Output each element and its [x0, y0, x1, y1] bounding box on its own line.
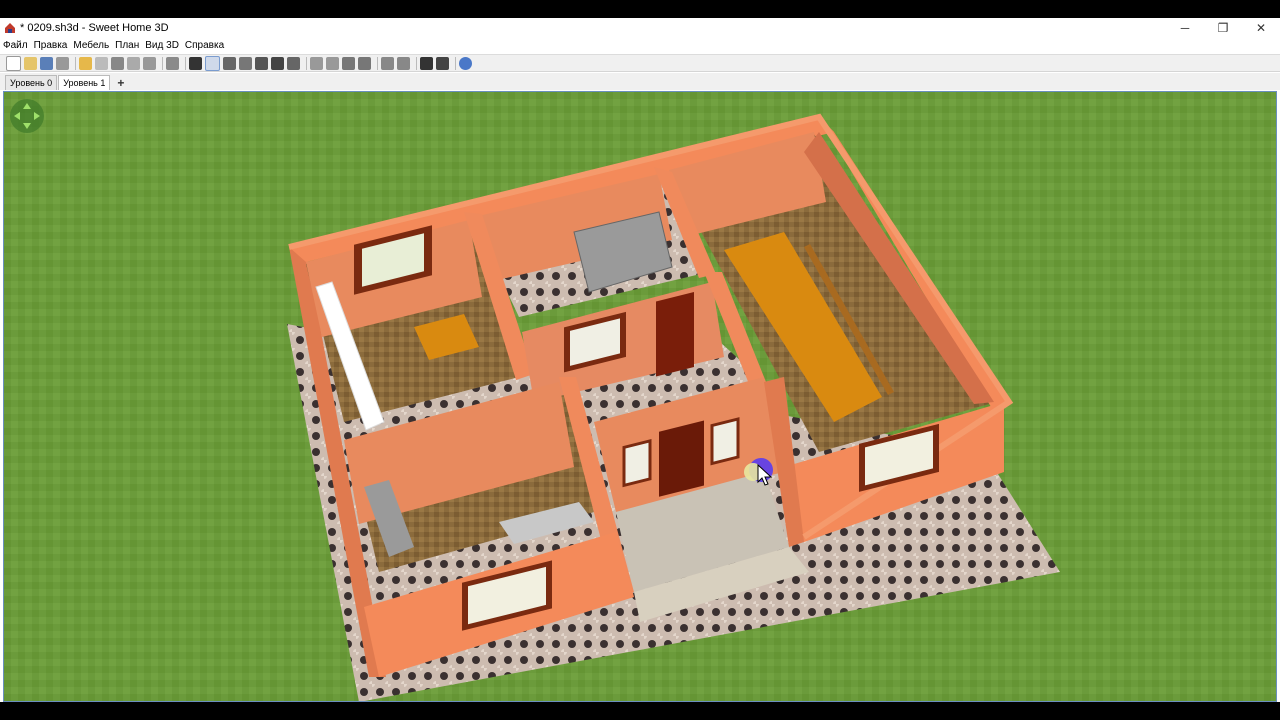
video-icon[interactable]: [436, 56, 449, 70]
navigation-arrows-icon[interactable]: [9, 98, 45, 134]
photo-icon[interactable]: [420, 56, 433, 70]
maximize-button[interactable]: ❐: [1204, 18, 1242, 38]
toolbar-separator: [306, 56, 307, 70]
create-polylines-icon[interactable]: [255, 56, 268, 70]
close-button[interactable]: ✕: [1242, 18, 1280, 38]
toolbar-separator: [455, 56, 456, 70]
sweet-home-app-icon: [5, 23, 15, 33]
title-bar: * 0209.sh3d - Sweet Home 3D ─ ❐ ✕: [0, 18, 1280, 38]
create-rooms-icon[interactable]: [239, 56, 252, 70]
app-window: * 0209.sh3d - Sweet Home 3D ─ ❐ ✕ Файл П…: [0, 18, 1280, 702]
bold-icon[interactable]: [342, 56, 355, 70]
redo-icon[interactable]: [95, 56, 108, 70]
3d-scene[interactable]: [4, 92, 1276, 701]
entrance-window-left: [622, 439, 652, 488]
toolbar-separator: [162, 56, 163, 70]
new-icon[interactable]: [6, 55, 21, 71]
door-entrance: [659, 420, 704, 497]
screen-bottom-bar: [0, 702, 1280, 720]
pan-icon[interactable]: [205, 55, 220, 71]
toolbar: [0, 54, 1280, 72]
copy-icon[interactable]: [127, 56, 140, 70]
menu-bar: Файл Правка Мебель План Вид 3D Справка: [0, 38, 1280, 53]
create-walls-icon[interactable]: [223, 56, 236, 70]
3d-view[interactable]: [3, 91, 1277, 702]
toolbar-separator: [377, 56, 378, 70]
entrance-window-right: [710, 417, 740, 466]
scissors-icon[interactable]: [111, 56, 124, 70]
menu-view3d[interactable]: Вид 3D: [142, 40, 182, 51]
menu-furniture[interactable]: Мебель: [70, 40, 112, 51]
window-title: * 0209.sh3d - Sweet Home 3D: [20, 22, 169, 34]
paste-icon[interactable]: [143, 56, 156, 70]
door-hall: [656, 291, 694, 377]
help-icon[interactable]: [459, 56, 472, 70]
toolbar-separator: [416, 56, 417, 70]
create-dimensions-icon[interactable]: [271, 56, 284, 70]
add-level-button[interactable]: +: [111, 76, 130, 90]
increase-text-icon[interactable]: [310, 56, 323, 70]
zoom-in-icon[interactable]: [381, 56, 394, 70]
level-tabs: Уровень 0 Уровень 1 +: [0, 73, 1280, 90]
menu-plan[interactable]: План: [112, 40, 142, 51]
toolbar-separator: [185, 56, 186, 70]
menu-file[interactable]: Файл: [0, 40, 31, 51]
select-icon[interactable]: [189, 56, 202, 70]
window-controls: ─ ❐ ✕: [1166, 18, 1280, 38]
menu-help[interactable]: Справка: [182, 40, 227, 51]
screen-top-bar: [0, 0, 1280, 18]
tab-level-1[interactable]: Уровень 1: [58, 75, 111, 90]
menu-edit[interactable]: Правка: [31, 40, 71, 51]
toolbar-separator: [75, 56, 76, 70]
cut-icon[interactable]: [56, 56, 69, 70]
minimize-button[interactable]: ─: [1166, 18, 1204, 38]
add-furniture-icon[interactable]: [166, 56, 179, 70]
italic-icon[interactable]: [358, 56, 371, 70]
tab-level-0[interactable]: Уровень 0: [5, 75, 58, 90]
zoom-out-icon[interactable]: [397, 56, 410, 70]
undo-icon[interactable]: [79, 56, 92, 70]
add-text-icon[interactable]: [287, 56, 300, 70]
decrease-text-icon[interactable]: [326, 56, 339, 70]
save-icon[interactable]: [40, 56, 53, 70]
open-icon[interactable]: [24, 56, 37, 70]
